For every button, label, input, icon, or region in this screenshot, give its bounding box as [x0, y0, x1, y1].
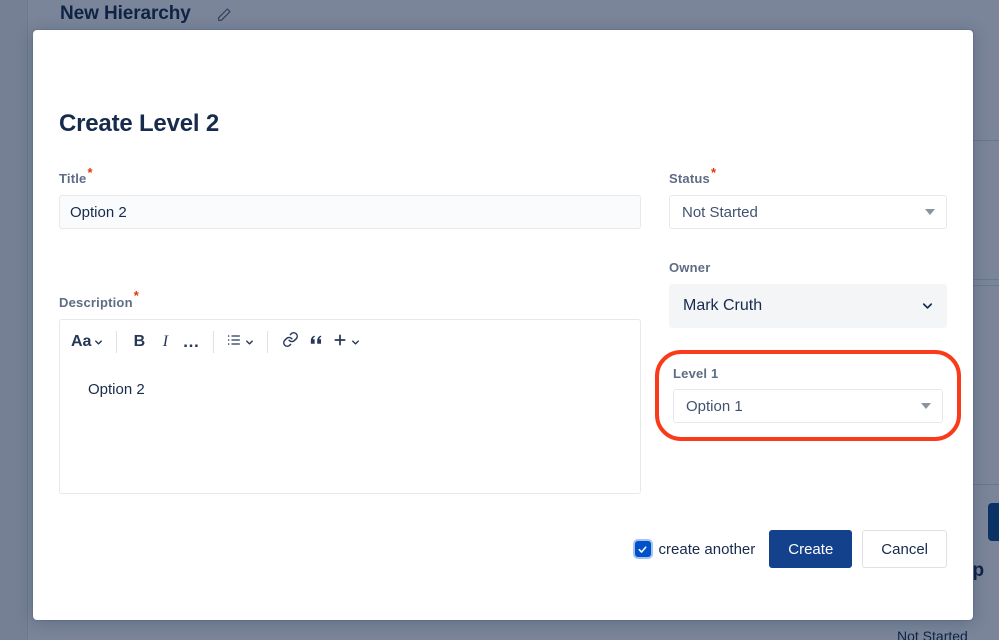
create-button[interactable]: Create — [769, 530, 853, 568]
description-editor-body[interactable]: Option 2 — [60, 365, 640, 493]
status-required-asterisk: * — [710, 165, 716, 180]
more-formatting-button[interactable]: … — [178, 328, 204, 356]
level1-select[interactable]: Option 1 — [673, 389, 943, 424]
chevron-down-icon — [244, 337, 255, 348]
toolbar-divider — [267, 331, 269, 354]
create-another-checkbox[interactable] — [634, 541, 651, 557]
description-field-group: Description* Aa B I … Option 2 — [59, 288, 641, 494]
modal-left-column: Title* Description* Aa — [59, 166, 641, 494]
app-root: New Hierarchy em Por Turn the Port whe C… — [0, 0, 999, 640]
level1-select-wrap: Option 1 — [673, 389, 943, 424]
description-editor: Aa B I … Option 2 — [59, 318, 641, 494]
bulleted-list-dropdown[interactable] — [223, 328, 258, 356]
modal-title: Create Level 2 — [59, 110, 219, 137]
link-button[interactable] — [277, 328, 303, 356]
text-style-label: Aa — [71, 333, 92, 351]
owner-field-group: Owner Mark Cruth — [669, 259, 947, 329]
description-required-asterisk: * — [133, 288, 139, 304]
create-another-row[interactable]: create another — [634, 540, 756, 558]
editor-toolbar: Aa B I … — [60, 320, 640, 365]
chevron-down-icon — [350, 337, 361, 348]
text-style-dropdown[interactable]: Aa — [68, 328, 107, 356]
bold-label: B — [133, 333, 146, 351]
quote-icon — [308, 331, 325, 353]
bulleted-list-icon — [226, 332, 242, 353]
title-label: Title — [59, 171, 87, 187]
status-select-wrap: Not Started — [669, 195, 947, 230]
owner-value: Mark Cruth — [683, 297, 763, 315]
level1-value: Option 1 — [686, 397, 743, 415]
title-input[interactable] — [59, 195, 641, 230]
description-label: Description — [59, 294, 133, 310]
chevron-down-icon — [920, 299, 935, 314]
toolbar-divider — [213, 331, 215, 354]
bold-button[interactable]: B — [126, 328, 152, 356]
toolbar-divider — [116, 331, 118, 354]
ellipsis-icon: … — [182, 331, 201, 351]
cancel-button[interactable]: Cancel — [862, 530, 947, 568]
quote-button[interactable] — [303, 328, 329, 356]
level1-label: Level 1 — [673, 366, 719, 382]
modal-footer: create another Create Cancel — [634, 530, 947, 568]
status-field-group: Status* Not Started — [669, 165, 947, 230]
insert-dropdown[interactable] — [329, 328, 364, 356]
check-icon — [638, 545, 647, 553]
plus-icon — [332, 332, 348, 353]
owner-label: Owner — [669, 260, 711, 276]
owner-select[interactable]: Mark Cruth — [669, 284, 947, 329]
status-select[interactable]: Not Started — [669, 195, 947, 230]
create-another-label: create another — [658, 540, 756, 558]
italic-label: I — [162, 333, 169, 351]
create-level-2-modal: Create Level 2 Title* Description* Aa — [33, 30, 973, 620]
link-icon — [282, 331, 299, 353]
modal-right-column: Status* Not Started Owner Mark Cruth Lev… — [655, 165, 961, 442]
title-field-group: Title* — [59, 165, 641, 230]
italic-button[interactable]: I — [152, 328, 178, 356]
chevron-down-icon — [93, 337, 104, 348]
status-label: Status — [669, 171, 710, 187]
status-value: Not Started — [682, 203, 758, 221]
level1-field-group-highlighted: Level 1 Option 1 — [655, 350, 961, 442]
title-required-asterisk: * — [87, 165, 93, 180]
